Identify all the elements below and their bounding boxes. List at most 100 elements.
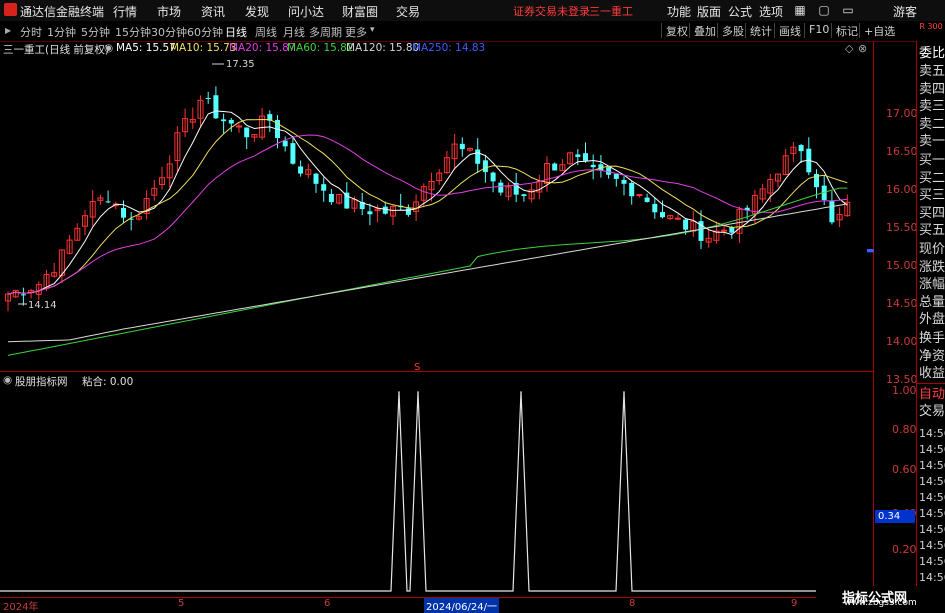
indicator-chart[interactable] [0, 372, 873, 597]
menu-item[interactable]: 选项 [759, 3, 783, 20]
side-label: 收益 [919, 366, 945, 381]
tool-button[interactable]: 标记 [831, 23, 858, 38]
menu-item[interactable]: 公式 [728, 3, 752, 20]
more-dropdown-icon[interactable]: ▾ [370, 25, 375, 35]
period-tab[interactable]: 更多 [345, 24, 367, 40]
trade-label[interactable]: 交易 [919, 403, 945, 421]
candle-down [213, 95, 219, 119]
candle-down [829, 200, 835, 223]
price-axis: 17.00 16.50 16.00 15.50 15.00 14.50 14.0… [866, 41, 918, 597]
candle-down [475, 149, 481, 164]
menu-item[interactable]: 功能 [667, 3, 691, 20]
candle-down [660, 212, 665, 218]
period-tab[interactable]: 周线 [255, 24, 277, 40]
side-label: 卖三 [919, 99, 945, 114]
login-notice[interactable]: 证券交易未登录 [513, 3, 590, 19]
auto-trade-label[interactable]: 自动 [919, 386, 945, 404]
trade-time: 14:56 [919, 555, 945, 568]
tool-button[interactable]: 叠加 [689, 23, 716, 38]
collapse-icon[interactable]: ▶ [5, 26, 11, 35]
x-tick: 8 [629, 598, 636, 609]
ind-y-tick: 0.80 [892, 423, 917, 436]
menu-item[interactable]: 资讯 [201, 3, 225, 20]
trade-time: 14:56 [919, 491, 945, 504]
candlestick-chart[interactable]: 17.35 14.14 S [0, 41, 873, 371]
trade-time: 14:56 [919, 507, 945, 520]
guest-user[interactable]: 游客 [893, 3, 917, 20]
candle-up [721, 229, 728, 232]
corner-tag: R 300 [919, 22, 943, 31]
period-tab-active[interactable]: 日线 [225, 24, 247, 40]
candle-down [621, 179, 627, 184]
crosshair-date: 2024/06/24/一 [424, 598, 500, 613]
candle-down [382, 206, 388, 214]
side-divider [917, 383, 945, 384]
y-tick: 14.50 [886, 297, 918, 310]
top-menu-bar: 通达信金融终端 行情 市场 资讯 发现 问小达 财富圈 交易 证券交易未登录 三… [0, 0, 945, 22]
high-price-label: 17.35 [226, 59, 255, 70]
y-tick: 16.50 [886, 145, 918, 158]
candle-down [313, 173, 319, 184]
watermark-url: www.zbgs3.com [844, 598, 917, 608]
side-label: 买五 [919, 223, 945, 238]
add-watchlist-button[interactable]: +自选 [859, 23, 895, 38]
x-tick: 6 [324, 598, 331, 609]
candle-down [221, 119, 227, 122]
side-label: 涨幅 [919, 277, 945, 292]
menu-item[interactable]: 财富圈 [342, 3, 378, 20]
minimize-icon[interactable]: ▢ [816, 2, 832, 18]
x-tick: 2024年 [3, 602, 39, 613]
candle-down [798, 145, 804, 152]
ma20-line [7, 134, 848, 295]
menu-item[interactable]: 发现 [245, 3, 269, 20]
candle-up [636, 194, 643, 197]
y-tick: 17.00 [886, 107, 918, 120]
tool-button[interactable]: 复权 [661, 23, 688, 38]
ind-y-tick: 0.20 [892, 543, 917, 556]
tool-button[interactable]: 统计 [745, 23, 772, 38]
x-tick: 5 [178, 598, 185, 609]
candle-down [20, 294, 26, 296]
candle-down [328, 193, 334, 203]
side-label: 卖二 [919, 116, 945, 132]
period-tab[interactable]: 30分钟 [151, 24, 187, 40]
side-label: 现价 [919, 242, 945, 257]
candle-down [244, 127, 250, 138]
side-label[interactable]: 委比 [919, 45, 945, 63]
menu-item[interactable]: 问小达 [288, 3, 324, 20]
candle-down [613, 173, 619, 179]
period-tab[interactable]: 多周期 [309, 24, 342, 40]
menu-item[interactable]: 市场 [157, 3, 181, 20]
menu-item[interactable]: 交易 [396, 3, 420, 20]
date-axis: 2024年 5 6 2024/06/24/一 8 9 [0, 597, 873, 613]
period-tab[interactable]: 分时 [20, 24, 42, 40]
tool-button[interactable]: F10 [804, 23, 829, 38]
app-name: 通达信金融终端 [20, 5, 105, 19]
candle-down [652, 203, 658, 213]
restore-icon[interactable]: ▭ [840, 2, 856, 18]
period-tab[interactable]: 1分钟 [47, 24, 76, 40]
ma250-marker: ▬ [866, 246, 875, 256]
side-label: 卖五 [919, 64, 945, 79]
current-stock-name: 三一重工 [589, 5, 633, 18]
menu-item[interactable]: 行情 [113, 3, 137, 20]
y-tick: 15.00 [886, 259, 918, 272]
period-tab[interactable]: 月线 [283, 24, 305, 40]
period-tab[interactable]: 5分钟 [81, 24, 110, 40]
period-tab[interactable]: 60分钟 [187, 24, 223, 40]
skin-icon[interactable]: ▦ [792, 2, 808, 18]
side-label: 买一 [919, 153, 945, 168]
tool-button[interactable]: 画线 [774, 23, 801, 38]
period-tab[interactable]: 15分钟 [115, 24, 151, 40]
watermark: 指标公式网 www.zbgs3.com [816, 586, 945, 609]
candle-down [205, 97, 211, 99]
candle-up [236, 125, 242, 128]
candle-down [552, 163, 558, 171]
candle-down [298, 166, 304, 174]
low-price-label: 14.14 [28, 300, 57, 311]
candle-down [344, 192, 350, 209]
menu-item[interactable]: 版面 [697, 3, 721, 20]
tool-button[interactable]: 多股 [717, 23, 744, 38]
candle-down [282, 140, 288, 147]
candle-down [683, 219, 689, 230]
